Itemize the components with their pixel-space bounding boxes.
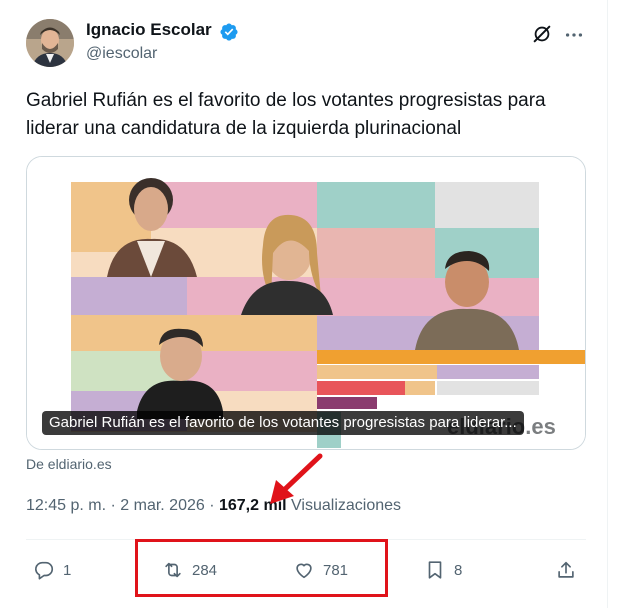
share-button[interactable] <box>555 558 585 582</box>
tweet-time[interactable]: 12:45 p. m. <box>26 497 106 514</box>
tweet-meta: 12:45 p. m. · 2 mar. 2026 · 167,2 mil Vi… <box>26 497 401 515</box>
author-handle[interactable]: @iescolar <box>86 45 157 63</box>
bookmark-icon <box>428 561 442 579</box>
meta-separator: · <box>106 497 121 514</box>
annotation-highlight-box <box>135 539 388 597</box>
grok-icon[interactable] <box>531 23 553 45</box>
bookmark-button[interactable]: 8 <box>424 558 462 582</box>
meta-separator: · <box>204 497 219 514</box>
annotation-arrow-icon <box>270 453 323 504</box>
tweet: Ignacio Escolar @iescolar Gabriel Rufián… <box>0 0 608 608</box>
link-card[interactable]: eldiario.es Gabriel Rufián es el favorit… <box>26 156 586 450</box>
divider <box>607 0 608 608</box>
card-image: eldiario.es <box>27 157 585 449</box>
share-icon <box>558 561 574 578</box>
reply-icon <box>34 561 54 580</box>
reply-count: 1 <box>63 561 72 579</box>
reply-button[interactable]: 1 <box>33 558 71 582</box>
card-caption: Gabriel Rufián es el favorito de los vot… <box>42 411 524 435</box>
author-name[interactable]: Ignacio Escolar <box>86 20 212 40</box>
bookmark-count: 8 <box>454 561 463 579</box>
avatar[interactable] <box>26 19 74 67</box>
more-options-icon[interactable] <box>563 24 585 46</box>
tweet-text: Gabriel Rufián es el favorito de los vot… <box>26 90 546 139</box>
tweet-date[interactable]: 2 mar. 2026 <box>120 497 205 514</box>
card-source[interactable]: De eldiario.es <box>26 456 112 472</box>
verified-badge-icon <box>220 23 238 41</box>
